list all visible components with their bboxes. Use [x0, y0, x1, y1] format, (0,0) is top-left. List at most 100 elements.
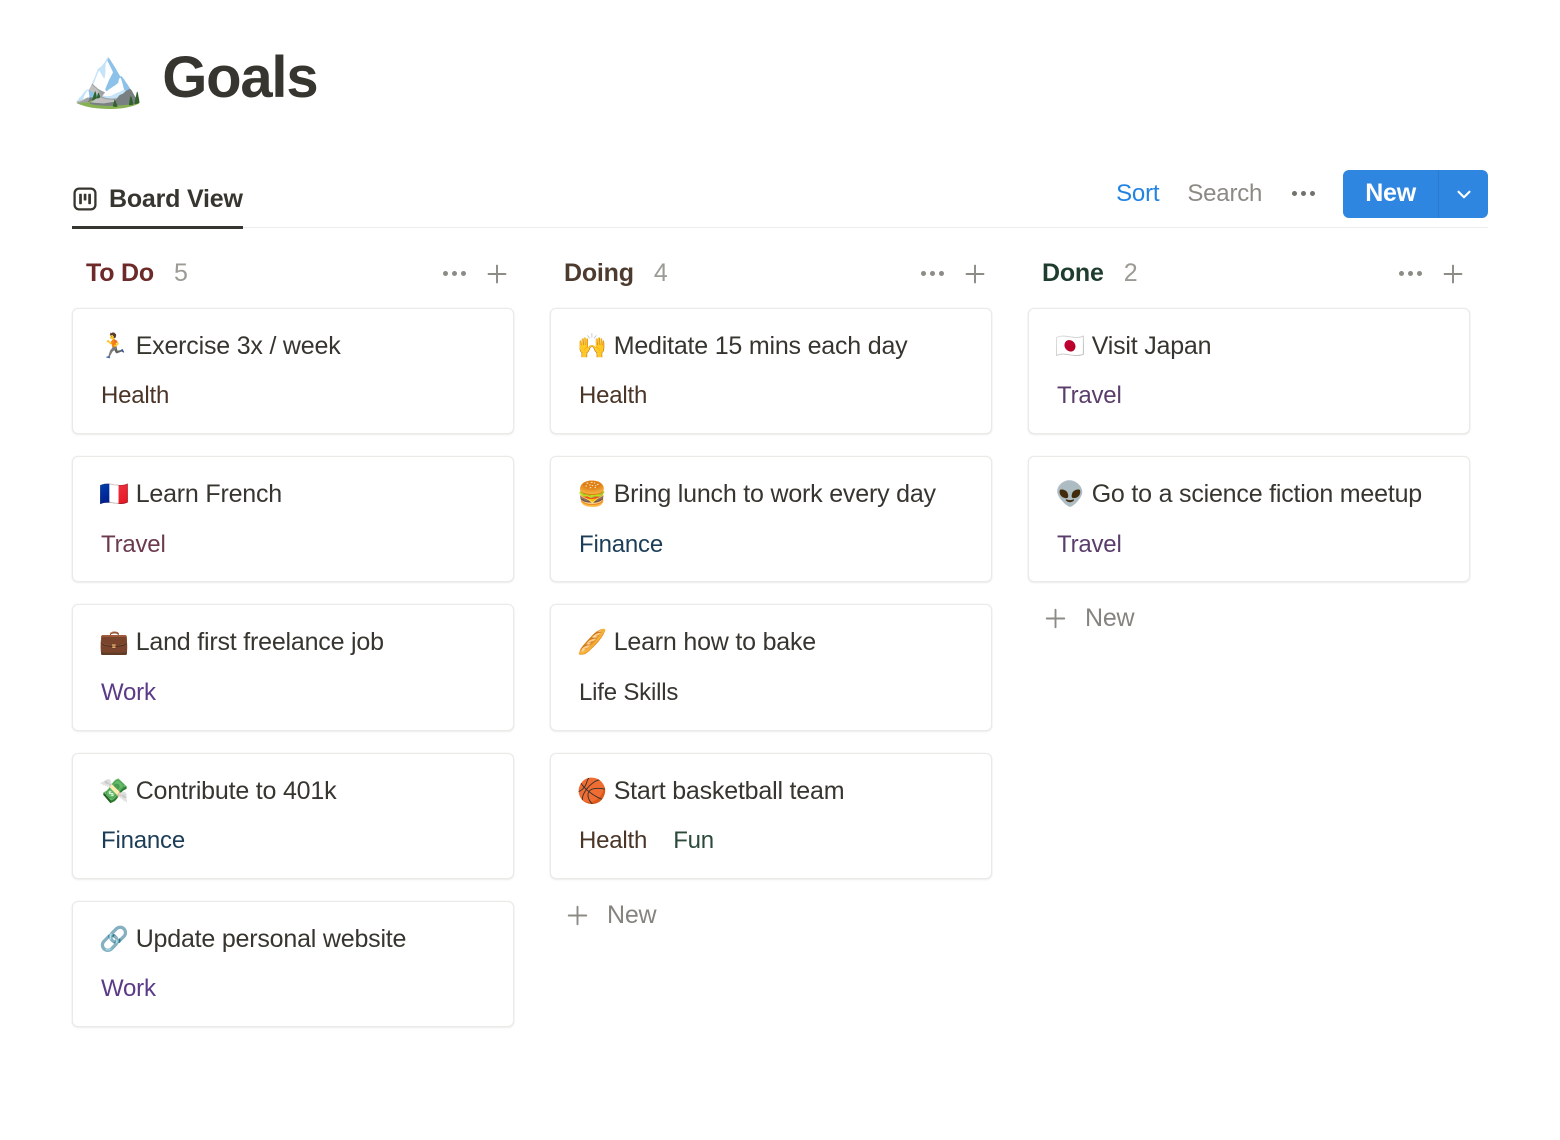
card-tag[interactable]: Life Skills: [579, 679, 678, 708]
column-cards: 🏃 Exercise 3x / week Health 🇫🇷 Learn Frenc…: [72, 307, 514, 1028]
card-title: 💼 Land first freelance job: [99, 625, 487, 661]
card-title-text: Meditate 15 mins each day: [613, 331, 908, 360]
board-card[interactable]: 💼 Land first freelance job Work: [72, 604, 514, 731]
card-emoji-icon: 👽: [1055, 481, 1085, 509]
board-column-to-do: To Do 5 🏃 Exercise 3x / week Health 🇫🇷 Lea…: [72, 252, 514, 1028]
card-tag[interactable]: Health: [579, 382, 647, 411]
kanban-board: To Do 5 🏃 Exercise 3x / week Health 🇫🇷 Lea…: [72, 252, 1488, 1028]
card-tag[interactable]: Work: [101, 679, 156, 708]
card-emoji-icon: 🏀: [577, 777, 607, 805]
card-tags: Travel: [1055, 372, 1443, 411]
column-new-button[interactable]: New: [550, 879, 992, 930]
page-emoji-icon: 🏔️: [72, 44, 145, 110]
card-title-text: Bring lunch to work every day: [613, 480, 936, 509]
card-title-text: Go to a science fiction meetup: [1091, 480, 1422, 509]
card-emoji-icon: 🔗: [99, 925, 129, 953]
card-tags: Health Fun: [577, 817, 965, 856]
card-tags: Finance: [577, 521, 965, 560]
page-header: 🏔️ Goals: [72, 0, 1488, 110]
column-more-icon[interactable]: [1399, 271, 1422, 277]
board-card[interactable]: 🇫🇷 Learn French Travel: [72, 456, 514, 583]
column-add-icon[interactable]: [484, 261, 510, 287]
chevron-down-icon[interactable]: [1438, 169, 1488, 218]
card-tag[interactable]: Fun: [673, 827, 714, 856]
board-card[interactable]: 🇯🇵 Visit Japan Travel: [1028, 307, 1470, 435]
tab-board-view[interactable]: Board View: [72, 184, 243, 229]
card-title-text: Learn how to bake: [613, 628, 817, 657]
card-tags: Health: [99, 372, 487, 411]
board-column-done: Done 2 🇯🇵 Visit Japan Travel 👽 Go to a sci…: [1028, 252, 1470, 634]
card-title: 🏃 Exercise 3x / week: [99, 329, 487, 365]
board-card[interactable]: 🏀 Start basketball team Health Fun: [550, 752, 992, 879]
board-column-doing: Doing 4 🙌 Meditate 15 mins each day Healt…: [550, 252, 992, 930]
card-tag[interactable]: Finance: [579, 531, 663, 560]
card-title: 🍔 Bring lunch to work every day: [577, 477, 965, 513]
column-cards: 🙌 Meditate 15 mins each day Health 🍔 Bring…: [550, 307, 992, 879]
more-options-icon[interactable]: [1276, 191, 1331, 197]
board-card[interactable]: 🙌 Meditate 15 mins each day Health: [550, 307, 992, 435]
column-actions: [921, 261, 988, 287]
card-tag[interactable]: Work: [101, 975, 156, 1004]
card-emoji-icon: 🇫🇷: [99, 481, 129, 509]
column-count: 5: [173, 259, 188, 288]
board-card[interactable]: 🏃 Exercise 3x / week Health: [72, 307, 514, 435]
column-name: Doing: [564, 259, 634, 288]
tab-board-view-label: Board View: [109, 184, 243, 213]
column-cards: 🇯🇵 Visit Japan Travel 👽 Go to a science fi…: [1028, 307, 1470, 583]
card-title: 🇯🇵 Visit Japan: [1055, 329, 1443, 365]
board-view-icon: [72, 186, 98, 212]
page-title: Goals: [162, 45, 318, 110]
board-card[interactable]: 💸 Contribute to 401k Finance: [72, 752, 514, 879]
column-add-icon[interactable]: [1440, 261, 1466, 287]
card-tag[interactable]: Travel: [1057, 382, 1122, 411]
plus-icon: [1042, 605, 1069, 632]
column-more-icon[interactable]: [443, 271, 466, 277]
column-new-label: New: [607, 900, 657, 929]
card-tag[interactable]: Finance: [101, 827, 185, 856]
card-tag[interactable]: Health: [579, 827, 647, 856]
card-emoji-icon: 🥖: [577, 629, 607, 657]
card-tags: Health: [577, 372, 965, 411]
column-actions: [1399, 261, 1466, 287]
new-button-label: New: [1365, 179, 1416, 208]
card-tags: Work: [99, 669, 487, 708]
card-title: 🏀 Start basketball team: [577, 774, 965, 810]
column-new-button[interactable]: New: [1028, 582, 1470, 633]
sort-button[interactable]: Sort: [1102, 180, 1173, 208]
card-emoji-icon: 🙌: [577, 332, 607, 360]
card-title: 🇫🇷 Learn French: [99, 477, 487, 513]
new-button[interactable]: New: [1343, 169, 1488, 218]
board-page: 🏔️ Goals Board View Sort Search New To D…: [0, 0, 1560, 1140]
board-card[interactable]: 🥖 Learn how to bake Life Skills: [550, 604, 992, 731]
column-header: Doing 4: [550, 252, 992, 296]
card-emoji-icon: 💼: [99, 629, 129, 657]
card-title-text: Contribute to 401k: [135, 776, 337, 805]
search-button[interactable]: Search: [1173, 180, 1276, 208]
board-card[interactable]: 🔗 Update personal website Work: [72, 900, 514, 1028]
card-emoji-icon: 💸: [99, 777, 129, 805]
card-title-text: Learn French: [135, 480, 282, 509]
card-tags: Work: [99, 965, 487, 1004]
card-tag[interactable]: Health: [101, 382, 169, 411]
view-tab-list: Board View: [72, 184, 243, 229]
card-title-text: Start basketball team: [613, 776, 845, 805]
card-emoji-icon: 🍔: [577, 481, 607, 509]
view-toolbar: Board View Sort Search New: [72, 169, 1488, 229]
column-more-icon[interactable]: [921, 271, 944, 277]
plus-icon: [564, 902, 591, 929]
card-title-text: Update personal website: [135, 924, 407, 953]
board-card[interactable]: 👽 Go to a science fiction meetup Travel: [1028, 456, 1470, 583]
card-tag[interactable]: Travel: [101, 531, 166, 560]
card-title: 💸 Contribute to 401k: [99, 774, 487, 810]
board-card[interactable]: 🍔 Bring lunch to work every day Finance: [550, 456, 992, 583]
column-header: Done 2: [1028, 252, 1470, 296]
column-name: To Do: [86, 259, 154, 288]
column-add-icon[interactable]: [962, 261, 988, 287]
column-new-label: New: [1085, 604, 1135, 633]
card-tags: Life Skills: [577, 669, 965, 708]
column-actions: [443, 261, 510, 287]
card-tag[interactable]: Travel: [1057, 531, 1122, 560]
card-tags: Finance: [99, 817, 487, 856]
toolbar-actions: Sort Search New: [1102, 169, 1488, 228]
column-count: 2: [1123, 259, 1138, 288]
